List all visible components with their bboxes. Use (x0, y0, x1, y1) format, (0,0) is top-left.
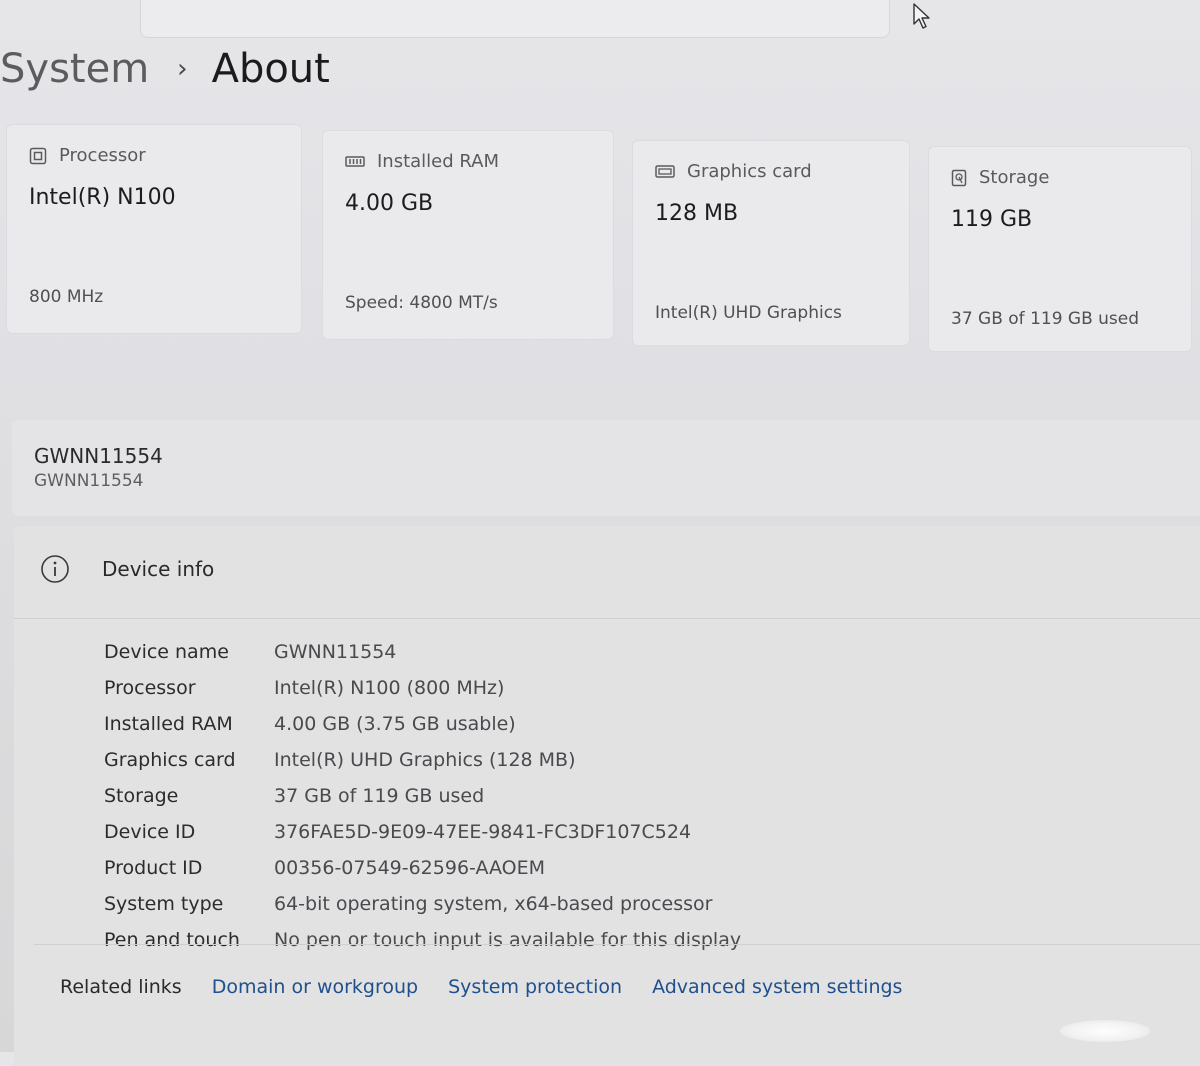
storage-card-title: Storage (979, 167, 1050, 188)
device-info-header[interactable]: Device info (40, 554, 214, 584)
divider (14, 618, 1200, 619)
info-value: No pen or touch input is available for t… (274, 929, 742, 951)
info-label: Product ID (104, 857, 203, 879)
processor-card-title: Processor (59, 145, 146, 166)
info-label: Storage (104, 785, 179, 807)
device-info-title: Device info (102, 557, 215, 581)
ram-icon (345, 155, 365, 167)
info-label: System type (104, 893, 224, 915)
divider (34, 944, 1200, 945)
system-protection-link[interactable]: System protection (448, 976, 622, 998)
info-row-processor: Processor Intel(R) N100 (800 MHz) (104, 670, 741, 706)
screen-glare (1060, 1020, 1150, 1042)
info-label: Installed RAM (104, 713, 233, 735)
breadcrumb: System › About (0, 36, 330, 102)
graphics-card-detail: Intel(R) UHD Graphics (655, 303, 842, 323)
device-info-list: Device name GWNN11554 Processor Intel(R)… (104, 634, 741, 958)
related-links-label: Related links (60, 976, 182, 998)
info-label: Processor (104, 677, 196, 699)
info-row-device-id: Device ID 376FAE5D-9E09-47EE-9841-FC3DF1… (104, 814, 741, 850)
info-label: Pen and touch (104, 929, 240, 951)
mouse-cursor-icon (913, 3, 930, 29)
graphics-card-value: 128 MB (655, 201, 739, 226)
ram-card-title: Installed RAM (377, 151, 500, 172)
storage-card-detail: 37 GB of 119 GB used (951, 309, 1140, 329)
graphics-card-icon (655, 164, 675, 178)
device-info-panel: Device info Device name GWNN11554 Proces… (14, 526, 1200, 1066)
info-row-storage: Storage 37 GB of 119 GB used (104, 778, 741, 814)
storage-card-value: 119 GB (951, 207, 1033, 232)
storage-icon (951, 169, 967, 186)
related-links: Related links Domain or workgroup System… (60, 976, 932, 998)
info-label: Device ID (104, 821, 196, 843)
info-row-installed-ram: Installed RAM 4.00 GB (3.75 GB usable) (104, 706, 741, 742)
storage-card[interactable]: Storage 119 GB 37 GB of 119 GB used (928, 146, 1192, 352)
graphics-card-title: Graphics card (687, 161, 812, 182)
domain-or-workgroup-link[interactable]: Domain or workgroup (212, 976, 418, 998)
info-value: 00356-07549-62596-AAOEM (274, 857, 546, 879)
info-value: 37 GB of 119 GB used (274, 785, 485, 807)
info-value: 64-bit operating system, x64-based proce… (274, 893, 713, 915)
processor-card[interactable]: Processor Intel(R) N100 800 MHz (6, 124, 302, 334)
info-value: Intel(R) UHD Graphics (128 MB) (274, 749, 576, 771)
processor-card-detail: 800 MHz (29, 287, 104, 307)
graphics-card-card[interactable]: Graphics card 128 MB Intel(R) UHD Graphi… (632, 140, 910, 346)
breadcrumb-system[interactable]: System (0, 46, 149, 92)
info-value: 376FAE5D-9E09-47EE-9841-FC3DF107C524 (274, 821, 692, 843)
page-title: About (211, 46, 330, 92)
info-label: Device name (104, 641, 229, 663)
info-icon (41, 555, 69, 583)
ram-card-value: 4.00 GB (345, 191, 434, 216)
info-value: GWNN11554 (274, 641, 397, 663)
info-label: Graphics card (104, 749, 236, 771)
info-row-product-id: Product ID 00356-07549-62596-AAOEM (104, 850, 741, 886)
processor-icon (29, 147, 47, 164)
info-row-device-name: Device name GWNN11554 (104, 634, 741, 670)
info-value: 4.00 GB (3.75 GB usable) (274, 713, 516, 735)
device-name-subtitle: GWNN11554 (34, 471, 144, 491)
info-row-system-type: System type 64-bit operating system, x64… (104, 886, 741, 922)
processor-card-value: Intel(R) N100 (29, 185, 176, 210)
info-row-graphics-card: Graphics card Intel(R) UHD Graphics (128… (104, 742, 741, 778)
info-value: Intel(R) N100 (800 MHz) (274, 677, 505, 699)
ram-card[interactable]: Installed RAM 4.00 GB Speed: 4800 MT/s (322, 130, 614, 340)
breadcrumb-chevron-icon: › (177, 54, 188, 84)
search-box[interactable] (140, 0, 890, 38)
advanced-system-settings-link[interactable]: Advanced system settings (652, 976, 902, 998)
device-name-panel[interactable]: GWNN11554 GWNN11554 (12, 420, 1200, 516)
device-name: GWNN11554 (34, 444, 163, 468)
ram-card-detail: Speed: 4800 MT/s (345, 293, 498, 313)
info-row-pen-and-touch: Pen and touch No pen or touch input is a… (104, 922, 741, 958)
